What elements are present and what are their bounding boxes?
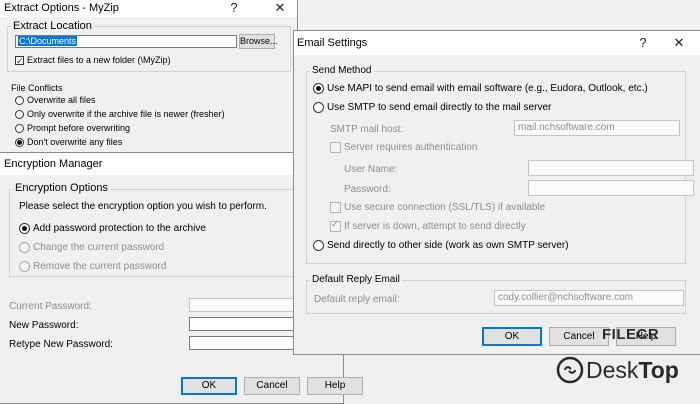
encryption-ok-button[interactable]: OK bbox=[181, 377, 237, 395]
filecr-brand: FILECR bbox=[602, 326, 660, 343]
close-icon[interactable]: ✕ bbox=[670, 35, 688, 51]
extract-location-label: Extract Location bbox=[11, 20, 94, 32]
help-icon[interactable]: ? bbox=[634, 35, 652, 51]
direct-label: Send directly to other side (work as own… bbox=[327, 240, 569, 251]
conflict-radio-overwrite-all[interactable] bbox=[15, 96, 24, 105]
retype-password-label: Retype New Password: bbox=[9, 339, 113, 350]
conflict-radio-prompt[interactable] bbox=[15, 124, 24, 133]
default-reply-label: Default Reply Email bbox=[310, 274, 402, 285]
conflict-radio-overwrite-newer[interactable] bbox=[15, 110, 24, 119]
watermark: FILECR DeskTop bbox=[552, 326, 698, 396]
conflict-option-prompt: Prompt before overwriting bbox=[27, 123, 131, 133]
smtp-host-label: SMTP mail host: bbox=[330, 124, 404, 135]
mapi-radio[interactable] bbox=[313, 83, 324, 94]
encryption-cancel-button[interactable]: Cancel bbox=[244, 377, 300, 395]
encryption-options-label: Encryption Options bbox=[13, 182, 110, 194]
watermark-name-part1: Desk bbox=[586, 357, 639, 383]
direct-radio[interactable] bbox=[313, 240, 324, 251]
new-password-label: New Password: bbox=[9, 320, 79, 331]
conflict-option-dont-overwrite: Don't overwrite any files bbox=[27, 137, 123, 147]
conflict-option-overwrite-newer: Only overwrite if the archive file is ne… bbox=[27, 109, 225, 119]
fallback-label: If server is down, attempt to send direc… bbox=[344, 221, 526, 232]
fallback-checkbox[interactable]: ✓ bbox=[330, 219, 341, 232]
password-input[interactable] bbox=[528, 180, 694, 196]
conflict-option-overwrite-all: Overwrite all files bbox=[27, 95, 96, 105]
ssl-label: Use secure connection (SSL/TLS) if avail… bbox=[344, 202, 546, 213]
radio-selected-dot bbox=[316, 86, 321, 91]
watermark-name-part2: Top bbox=[638, 357, 679, 383]
encryption-option-change: Change the current password bbox=[33, 242, 165, 253]
checkmark-icon: ✓ bbox=[16, 56, 24, 66]
smtp-host-input[interactable]: mail.nchsoftware.com bbox=[514, 120, 680, 136]
ssl-checkbox[interactable] bbox=[330, 202, 341, 213]
new-folder-label: Extract files to a new folder (\MyZip) bbox=[27, 55, 171, 65]
encryption-window-title: Encryption Manager bbox=[4, 158, 103, 170]
encryption-radio-remove[interactable] bbox=[19, 261, 30, 272]
current-password-label: Current Password: bbox=[9, 301, 92, 312]
file-conflicts-label: File Conflicts bbox=[11, 83, 63, 93]
new-folder-checkbox[interactable]: ✓ bbox=[15, 56, 24, 66]
username-label: User Name: bbox=[344, 164, 398, 175]
password-label: Password: bbox=[344, 184, 391, 195]
username-input[interactable] bbox=[528, 160, 694, 176]
smtp-label: Use SMTP to send email directly to the m… bbox=[327, 102, 552, 113]
encryption-help-button[interactable]: Help bbox=[307, 377, 363, 395]
extract-titlebar: Extract Options - MyZip ? ✕ bbox=[0, 0, 297, 17]
extract-path-value: C:\Documents bbox=[18, 36, 78, 46]
extract-window-title: Extract Options - MyZip bbox=[4, 2, 119, 14]
mapi-label: Use MAPI to send email with email softwa… bbox=[327, 83, 648, 94]
extract-path-input[interactable]: C:\Documents bbox=[15, 35, 237, 48]
auth-checkbox[interactable] bbox=[330, 142, 341, 153]
browse-button[interactable]: Browse... bbox=[239, 34, 278, 49]
conflict-radio-dont-overwrite[interactable] bbox=[15, 138, 24, 147]
encryption-radio-add[interactable] bbox=[19, 223, 30, 234]
extract-options-window: Extract Options - MyZip ? ✕ Extract Loca… bbox=[0, 0, 298, 168]
email-window-title: Email Settings bbox=[297, 37, 368, 49]
close-icon[interactable]: ✕ bbox=[271, 0, 289, 16]
reply-email-input[interactable]: cody.collier@nchsoftware.com bbox=[494, 290, 684, 306]
email-titlebar: Email Settings ? ✕ bbox=[294, 31, 700, 55]
desktop-logo-icon bbox=[556, 356, 584, 384]
email-ok-button[interactable]: OK bbox=[482, 327, 542, 346]
encryption-option-add: Add password protection to the archive bbox=[33, 223, 206, 234]
encryption-instruction: Please select the encryption option you … bbox=[19, 201, 267, 212]
help-icon[interactable]: ? bbox=[225, 0, 243, 16]
reply-email-value: cody.collier@nchsoftware.com bbox=[498, 292, 634, 303]
checkmark-icon: ✓ bbox=[331, 219, 340, 230]
radio-selected-dot bbox=[22, 226, 27, 231]
smtp-host-value: mail.nchsoftware.com bbox=[518, 122, 615, 133]
auth-label: Server requires authentication bbox=[344, 142, 478, 153]
encryption-radio-change[interactable] bbox=[19, 242, 30, 253]
radio-selected-dot bbox=[17, 140, 22, 145]
encryption-option-remove: Remove the current password bbox=[33, 261, 167, 272]
smtp-radio[interactable] bbox=[313, 102, 324, 113]
extract-location-group bbox=[7, 26, 291, 72]
encryption-titlebar: Encryption Manager bbox=[0, 153, 343, 175]
watermark-name: DeskTop bbox=[586, 356, 679, 384]
reply-email-label: Default reply email: bbox=[314, 294, 400, 305]
email-settings-window: Email Settings ? ✕ Send Method Use MAPI … bbox=[293, 30, 700, 355]
send-method-label: Send Method bbox=[310, 65, 374, 76]
